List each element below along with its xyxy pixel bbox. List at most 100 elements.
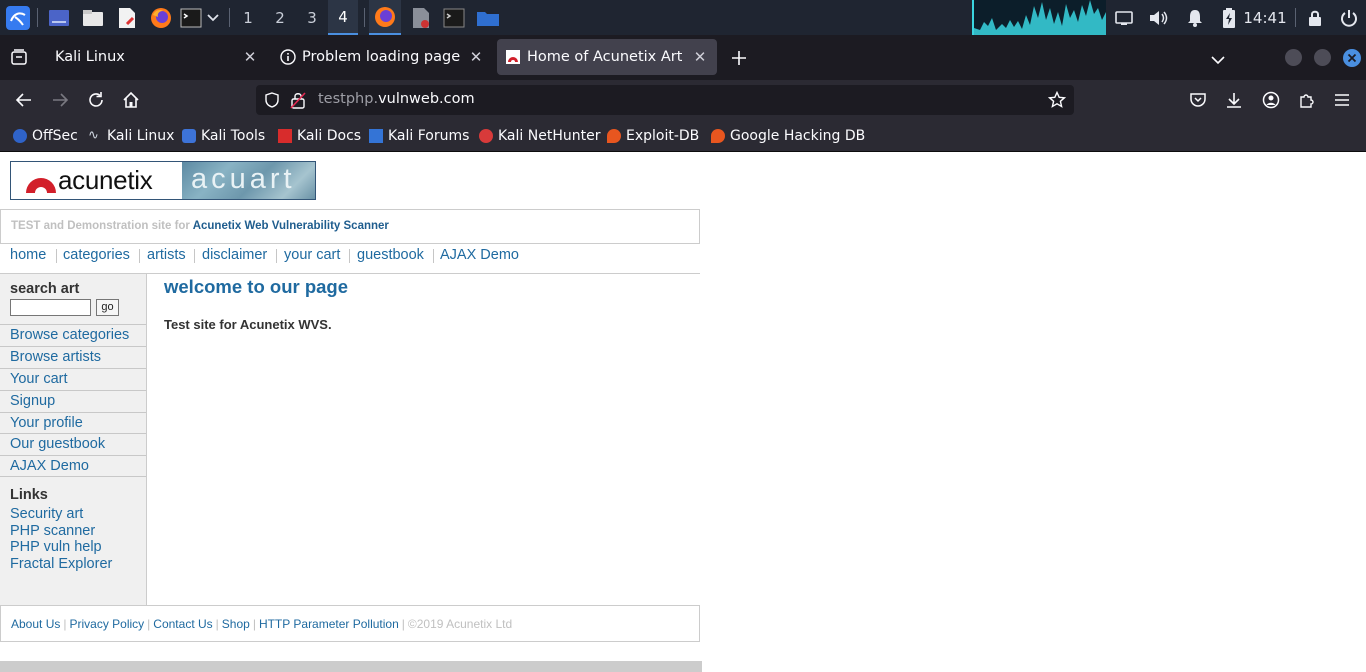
close-icon[interactable]: ✕ xyxy=(691,48,709,66)
bookmark-kali-linux[interactable]: ∿ Kali Linux xyxy=(88,126,174,146)
scanner-link[interactable]: Acunetix Web Vulnerability Scanner xyxy=(193,220,389,232)
links-title: Links xyxy=(10,487,48,503)
bookmark-star-icon[interactable] xyxy=(1047,90,1067,109)
lock-icon[interactable] xyxy=(1304,0,1326,35)
link-fractal-explorer[interactable]: Fractal Explorer xyxy=(10,556,112,572)
firefox-window-icon[interactable] xyxy=(369,0,401,35)
bookmark-label: Kali Linux xyxy=(107,128,175,144)
sidebar-item-ajax-demo[interactable]: AJAX Demo xyxy=(0,455,146,477)
navigation-toolbar: testphp.vulnweb.com xyxy=(0,80,1366,120)
workspace-3[interactable]: 3 xyxy=(297,0,327,35)
firefox-icon[interactable] xyxy=(148,0,174,35)
link-php-vuln-help[interactable]: PHP vuln help xyxy=(10,539,102,555)
sidebar-item-browse-artists[interactable]: Browse artists xyxy=(0,346,146,368)
account-icon[interactable] xyxy=(1259,88,1283,112)
bookmark-kali-docs[interactable]: Kali Docs xyxy=(278,126,361,146)
footer-http-parameter-pollution[interactable]: HTTP Parameter Pollution xyxy=(259,617,399,631)
bookmark-kali-tools[interactable]: Kali Tools xyxy=(182,126,265,146)
top-navigation: home categories artists disclaimer your … xyxy=(0,245,700,274)
menu-icon[interactable] xyxy=(1330,88,1354,112)
close-icon[interactable]: ✕ xyxy=(467,48,485,66)
footer-privacy-policy[interactable]: Privacy Policy xyxy=(69,617,144,631)
url-text[interactable]: testphp.vulnweb.com xyxy=(318,91,475,107)
url-domain: vulnweb.com xyxy=(378,91,475,107)
tab-kali-linux[interactable]: Kali Linux ✕ xyxy=(45,39,267,75)
pocket-icon[interactable] xyxy=(1186,88,1210,112)
nav-home[interactable]: home xyxy=(10,247,46,263)
display-icon[interactable] xyxy=(1113,0,1135,35)
clock[interactable]: 14:41 xyxy=(1243,0,1286,35)
footer-contact-us[interactable]: Contact Us xyxy=(153,617,212,631)
search-go-button[interactable]: go xyxy=(96,299,119,316)
nav-disclaimer[interactable]: disclaimer xyxy=(202,247,267,263)
volume-icon[interactable] xyxy=(1148,0,1170,35)
terminal-icon[interactable] xyxy=(178,0,204,35)
site-subheader: TEST and Demonstration site for Acunetix… xyxy=(0,209,700,244)
kali-menu-icon[interactable] xyxy=(4,0,32,35)
bookmark-kali-nethunter[interactable]: Kali NetHunter xyxy=(479,126,600,146)
list-tabs-icon[interactable] xyxy=(1210,50,1228,65)
search-input[interactable] xyxy=(10,299,91,316)
footer-shop[interactable]: Shop xyxy=(222,617,250,631)
sidebar-item-our-guestbook[interactable]: Our guestbook xyxy=(0,433,146,455)
bookmark-label: Google Hacking DB xyxy=(730,128,866,144)
downloads-icon[interactable] xyxy=(1222,88,1246,112)
text-editor-icon[interactable] xyxy=(115,0,139,35)
sidebar-item-your-profile[interactable]: Your profile xyxy=(0,412,146,434)
kali-dragon-icon: ∿ xyxy=(88,128,99,143)
nav-ajax-demo[interactable]: AJAX Demo xyxy=(440,247,519,263)
nethunter-icon xyxy=(479,129,493,143)
footer-about-us[interactable]: About Us xyxy=(11,617,60,631)
folder-window-icon[interactable] xyxy=(472,0,504,35)
link-php-scanner[interactable]: PHP scanner xyxy=(10,523,95,539)
nav-categories[interactable]: categories xyxy=(63,247,130,263)
tab-problem-loading[interactable]: Problem loading page ✕ xyxy=(270,39,493,75)
new-tab-icon[interactable] xyxy=(730,49,748,67)
workspace-2[interactable]: 2 xyxy=(265,0,295,35)
tab-overview-icon[interactable] xyxy=(10,48,30,68)
file-manager-icon[interactable] xyxy=(80,0,106,35)
maximize-button[interactable] xyxy=(1314,49,1331,66)
tab-acunetix-art[interactable]: Home of Acunetix Art ✕ xyxy=(497,39,717,75)
insecure-lock-icon[interactable] xyxy=(290,91,306,109)
nav-artists[interactable]: artists xyxy=(147,247,186,263)
battery-icon[interactable] xyxy=(1218,0,1240,35)
terminal-window-icon[interactable] xyxy=(438,0,470,35)
extensions-icon[interactable] xyxy=(1295,88,1319,112)
bookmark-label: Kali NetHunter xyxy=(498,128,601,144)
url-bar[interactable]: testphp.vulnweb.com xyxy=(256,85,1074,115)
tab-strip: Kali Linux ✕ Problem loading page ✕ Home… xyxy=(0,35,1366,80)
home-icon[interactable] xyxy=(119,88,143,112)
tab-label: Problem loading page xyxy=(302,49,461,65)
editor-window-icon[interactable] xyxy=(405,0,437,35)
acunetix-logo[interactable]: acunetix acuart xyxy=(10,161,316,200)
sidebar-item-browse-categories[interactable]: Browse categories xyxy=(0,324,146,346)
tab-label: Home of Acunetix Art xyxy=(527,49,683,65)
bookmark-exploit-db[interactable]: Exploit-DB xyxy=(607,126,699,146)
kali-forums-icon xyxy=(369,129,383,143)
bookmark-label: Kali Forums xyxy=(388,128,470,144)
power-icon[interactable] xyxy=(1338,0,1360,35)
bottom-bar xyxy=(0,661,702,672)
sidebar-item-your-cart[interactable]: Your cart xyxy=(0,368,146,390)
back-icon[interactable] xyxy=(12,88,36,112)
shield-icon[interactable] xyxy=(264,92,280,108)
ghdb-icon xyxy=(711,129,725,143)
forward-icon[interactable] xyxy=(48,88,72,112)
minimize-button[interactable] xyxy=(1285,49,1302,66)
bookmark-offsec[interactable]: OffSec xyxy=(13,126,78,146)
close-window-button[interactable] xyxy=(1343,49,1361,67)
workspace-1[interactable]: 1 xyxy=(233,0,263,35)
workspace-4[interactable]: 4 xyxy=(328,0,358,35)
nav-guestbook[interactable]: guestbook xyxy=(357,247,424,263)
link-security-art[interactable]: Security art xyxy=(10,506,83,522)
bookmark-google-hacking-db[interactable]: Google Hacking DB xyxy=(711,126,865,146)
reload-icon[interactable] xyxy=(84,88,108,112)
nav-your-cart[interactable]: your cart xyxy=(284,247,340,263)
close-icon[interactable]: ✕ xyxy=(241,48,259,66)
sidebar-item-signup[interactable]: Signup xyxy=(0,390,146,412)
notifications-icon[interactable] xyxy=(1184,0,1206,35)
bookmark-kali-forums[interactable]: Kali Forums xyxy=(369,126,469,146)
show-desktop-icon[interactable] xyxy=(46,0,72,35)
chevron-down-icon[interactable] xyxy=(204,0,222,35)
